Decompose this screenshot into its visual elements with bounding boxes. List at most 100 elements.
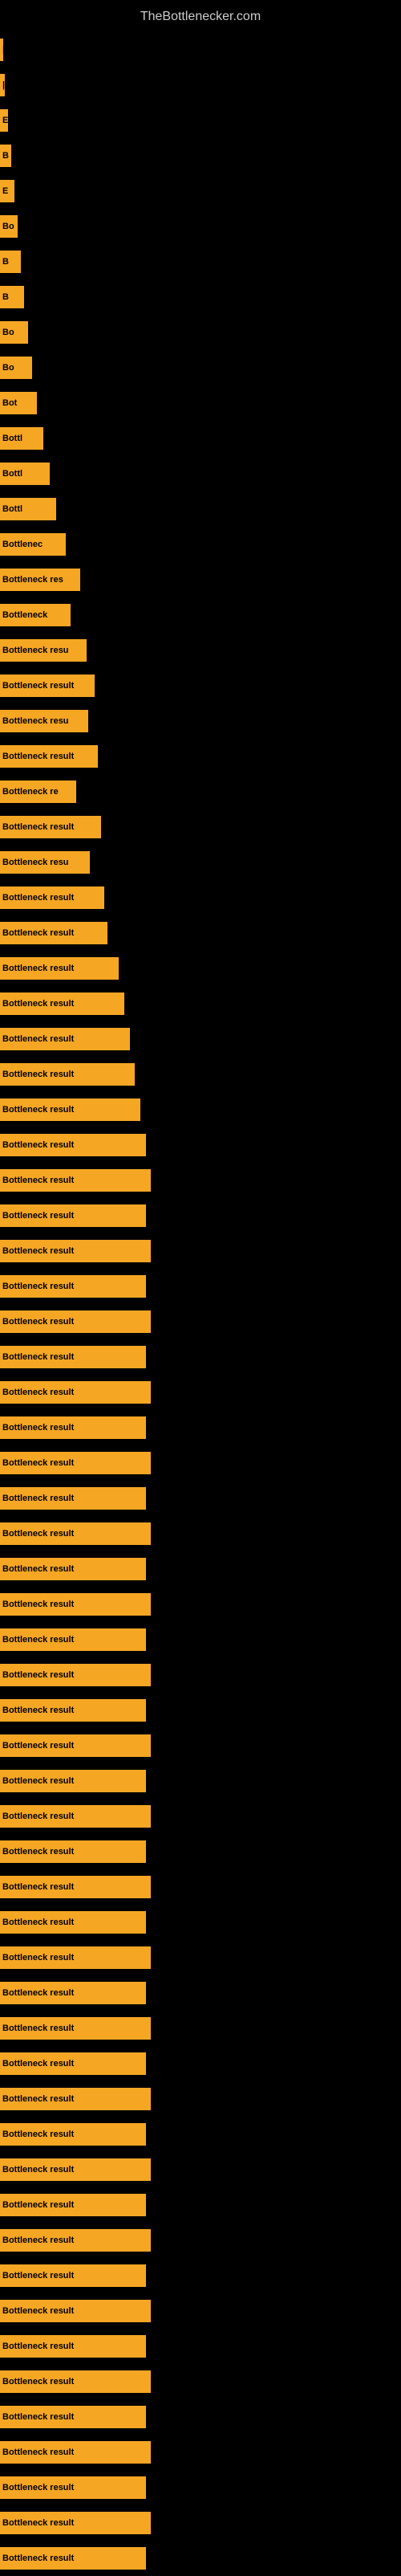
bar-row: Bottleneck result <box>0 2505 401 2541</box>
bar-row: Bottleneck result <box>0 2081 401 2117</box>
bar-row: Bottleneck result <box>0 986 401 1021</box>
bar-label: Bottleneck result <box>2 1494 74 1503</box>
bar-label: Bottleneck result <box>2 893 74 903</box>
bar-row: Bo <box>0 350 401 385</box>
bar-row: Bottleneck result <box>0 1445 401 1481</box>
bar-label: Bottleneck result <box>2 1600 74 1609</box>
bar-row: Bottleneck result <box>0 1163 401 1198</box>
bar: Bottleneck resu <box>0 639 87 662</box>
bar: Bottleneck result <box>0 1593 151 1616</box>
bar-row: Bottleneck result <box>0 2329 401 2364</box>
bar: Bottleneck result <box>0 2194 146 2216</box>
bar-row: Bottleneck result <box>0 1375 401 1410</box>
bar-label: Bottleneck result <box>2 964 74 973</box>
bar-label: | <box>2 45 3 55</box>
bar-row: Bottleneck result <box>0 1657 401 1693</box>
bar-label: Bottleneck result <box>2 2059 74 2069</box>
bar-row: Bottleneck result <box>0 1339 401 1375</box>
bar-label: Bottl <box>2 504 22 514</box>
bar-row: Bottleneck result <box>0 1092 401 1127</box>
bar: B <box>0 145 11 167</box>
bar-label: Bottleneck result <box>2 1176 74 1185</box>
bar-label: Bottleneck result <box>2 1070 74 1079</box>
bar-row: Bottleneck result <box>0 2435 401 2470</box>
bar-label: Bottleneck result <box>2 2412 74 2422</box>
bar-label: Bottleneck result <box>2 2165 74 2175</box>
bar-label: Bottleneck result <box>2 1741 74 1751</box>
bar-label: Bottleneck result <box>2 2130 74 2139</box>
bar-row: Bottleneck result <box>0 1763 401 1799</box>
bar-row: Bottleneck result <box>0 2364 401 2399</box>
bar: Bottleneck result <box>0 1911 146 1934</box>
bar: | <box>0 74 5 96</box>
bar-row: Bottleneck result <box>0 809 401 845</box>
bar: B <box>0 251 21 273</box>
bar: Bo <box>0 357 32 379</box>
bar: Bottleneck resu <box>0 851 90 874</box>
bar: Bottleneck result <box>0 1275 146 1298</box>
bar: Bottleneck result <box>0 887 104 909</box>
bar: B <box>0 286 24 308</box>
bar: Bottleneck result <box>0 1770 146 1792</box>
bar-row: Bottleneck result <box>0 1481 401 1516</box>
bar-row: Bottleneck result <box>0 2187 401 2223</box>
bar: Bottleneck result <box>0 1063 135 1086</box>
bar-row: Bottl <box>0 421 401 456</box>
bar: Bo <box>0 215 18 238</box>
bar-row: Bottleneck resu <box>0 845 401 880</box>
bar-row: Bottleneck result <box>0 880 401 915</box>
bar: Bottleneck result <box>0 2088 151 2110</box>
bar: Bottleneck result <box>0 2441 151 2464</box>
bar-row: Bottleneck re <box>0 774 401 809</box>
bar-label: Bottleneck result <box>2 1388 74 1397</box>
bar-label: Bottleneck result <box>2 2377 74 2386</box>
bar: Bottleneck result <box>0 2123 146 2146</box>
bar-row: Bottleneck result <box>0 2470 401 2505</box>
bar: Bottleneck result <box>0 2406 146 2428</box>
bar-label: Bottleneck result <box>2 2448 74 2457</box>
bar-row: Bottleneck result <box>0 1551 401 1587</box>
bar-label: Bottleneck resu <box>2 858 69 867</box>
bar-label: Bottleneck result <box>2 999 74 1009</box>
bar: Bottleneck result <box>0 2370 151 2393</box>
bar: Bottleneck result <box>0 1346 146 1368</box>
bar: Bottlenec <box>0 533 66 556</box>
bar-row: Bottleneck result <box>0 2046 401 2081</box>
bar-row: Bottleneck result <box>0 668 401 703</box>
bar-label: Bottleneck result <box>2 2342 74 2351</box>
bar-label: Bottleneck result <box>2 1847 74 1857</box>
bar: Bottleneck result <box>0 922 107 944</box>
bar-row: | <box>0 67 401 103</box>
bar-row: Bo <box>0 315 401 350</box>
bar: Bottleneck result <box>0 2300 151 2322</box>
bar-label: Bottleneck result <box>2 1988 74 1998</box>
bar-label: Bottleneck result <box>2 1211 74 1221</box>
bar: Bottleneck result <box>0 1098 140 1121</box>
bar: Bottleneck result <box>0 957 119 980</box>
bar: Bottleneck result <box>0 1840 146 1863</box>
bar-label: Bo <box>2 328 14 337</box>
bar-row: Bottleneck result <box>0 1021 401 1057</box>
bar-row: Bot <box>0 385 401 421</box>
bar-row: Bottleneck result <box>0 1127 401 1163</box>
bar-row: Bottleneck result <box>0 2011 401 2046</box>
bar-label: Bottleneck result <box>2 1776 74 1786</box>
bar-label: Bottleneck result <box>2 1529 74 1539</box>
bar-row: Bottleneck result <box>0 2258 401 2293</box>
bar: Bottleneck result <box>0 2512 151 2534</box>
bar-label: Bottleneck result <box>2 1105 74 1115</box>
bar: Bottleneck result <box>0 1487 146 1510</box>
bar-row: Bottleneck result <box>0 2152 401 2187</box>
bar-label: Bottleneck result <box>2 1882 74 1892</box>
bar: Bottleneck result <box>0 1876 151 1898</box>
bar-row: Bottleneck result <box>0 1728 401 1763</box>
bar: Bottleneck result <box>0 1169 151 1192</box>
bar-label: Bottleneck result <box>2 1564 74 1574</box>
bar-label: Bottleneck result <box>2 1317 74 1327</box>
bar-label: Bottleneck result <box>2 2024 74 2033</box>
bar-label: Bottleneck result <box>2 1670 74 1680</box>
bar: Bottleneck result <box>0 2264 146 2287</box>
bar-row: B <box>0 138 401 173</box>
bar-row: Bottleneck result <box>0 1233 401 1269</box>
bar-label: Bottleneck result <box>2 2236 74 2245</box>
